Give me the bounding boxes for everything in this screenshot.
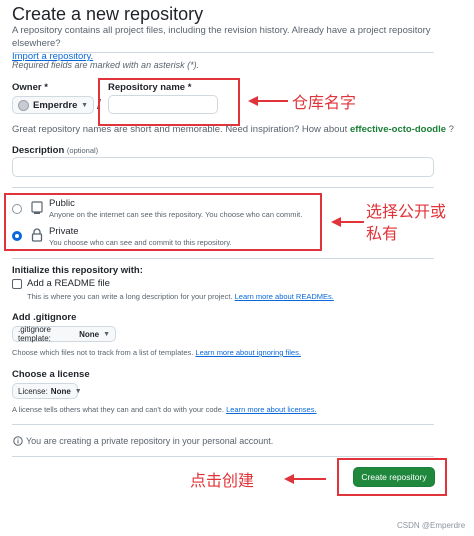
caret-down-icon: ▼	[81, 101, 88, 109]
intro-text: A repository contains all project files,…	[12, 24, 462, 63]
watermark: CSDN @Emperdre	[397, 521, 466, 530]
owner-dropdown[interactable]: Emperdre ▼	[12, 96, 94, 114]
license-select-value: None	[50, 386, 71, 396]
license-select-prefix: License:	[18, 386, 48, 396]
annotation-arrow-head	[331, 217, 341, 227]
license-select[interactable]: License: None ▼	[12, 383, 82, 399]
optional-tag: (optional)	[66, 146, 99, 155]
annotation-create: 点击创建	[190, 471, 255, 490]
caret-down-icon: ▼	[74, 387, 82, 395]
annotation-arrow-head	[248, 96, 258, 106]
info-icon	[13, 436, 23, 446]
annotation-repo-name: 仓库名字	[292, 93, 357, 112]
create-repository-button[interactable]: Create repository	[353, 467, 435, 487]
private-notice: You are creating a private repository in…	[26, 436, 274, 446]
intro-copy: A repository contains all project files,…	[12, 25, 431, 49]
readme-desc: This is where you can write a long descr…	[27, 292, 233, 301]
license-learn-more-link[interactable]: Learn more about licenses.	[226, 405, 316, 414]
annotation-arrow-line	[256, 100, 288, 102]
name-suggestion[interactable]: effective-octo-doodle	[350, 124, 446, 135]
caret-down-icon: ▼	[103, 330, 110, 338]
name-hint: Great repository names are short and mem…	[12, 124, 454, 135]
description-input[interactable]	[12, 157, 434, 177]
required-note: Required fields are marked with an aster…	[12, 60, 200, 70]
divider	[12, 424, 434, 425]
description-label-text: Description	[12, 145, 65, 156]
divider	[12, 258, 434, 259]
license-heading: Choose a license	[12, 369, 90, 380]
annotation-box-visibility	[4, 193, 322, 251]
name-hint-prefix: Great repository names are short and mem…	[12, 124, 348, 135]
gitignore-select-value: None	[79, 329, 100, 339]
annotation-arrow-line	[340, 221, 364, 223]
divider	[12, 187, 434, 188]
divider	[12, 52, 434, 53]
readme-desc-row: This is where you can write a long descr…	[27, 292, 334, 301]
license-desc: A license tells others what they can and…	[12, 405, 224, 414]
gitignore-select-prefix: .gitignore template:	[18, 325, 51, 343]
license-desc-row: A license tells others what they can and…	[12, 405, 317, 414]
annotation-arrow-line	[292, 478, 326, 480]
gitignore-learn-more-link[interactable]: Learn more about ignoring files.	[195, 348, 300, 357]
annotation-visibility-line1: 选择公开或	[366, 202, 447, 221]
owner-label: Owner *	[12, 82, 48, 93]
readme-checkbox[interactable]	[12, 279, 22, 289]
readme-label: Add a README file	[27, 278, 110, 289]
avatar	[18, 99, 29, 111]
page-title: Create a new repository	[12, 4, 204, 24]
annotation-arrow-head	[284, 474, 294, 484]
name-hint-suffix: ?	[448, 124, 454, 135]
gitignore-desc-row: Choose which files not to track from a l…	[12, 348, 301, 357]
divider	[12, 456, 434, 457]
annotation-visibility-line2: 私有	[366, 224, 399, 243]
readme-learn-more-link[interactable]: Learn more about READMEs.	[235, 292, 334, 301]
gitignore-heading: Add .gitignore	[12, 312, 77, 323]
gitignore-template-select[interactable]: .gitignore template: None ▼	[12, 325, 116, 343]
annotation-box-repo-name	[98, 78, 240, 126]
gitignore-desc: Choose which files not to track from a l…	[12, 348, 194, 357]
initialize-heading: Initialize this repository with:	[12, 265, 143, 276]
description-label: Description (optional)	[12, 145, 98, 156]
owner-value: Emperdre	[33, 99, 78, 111]
